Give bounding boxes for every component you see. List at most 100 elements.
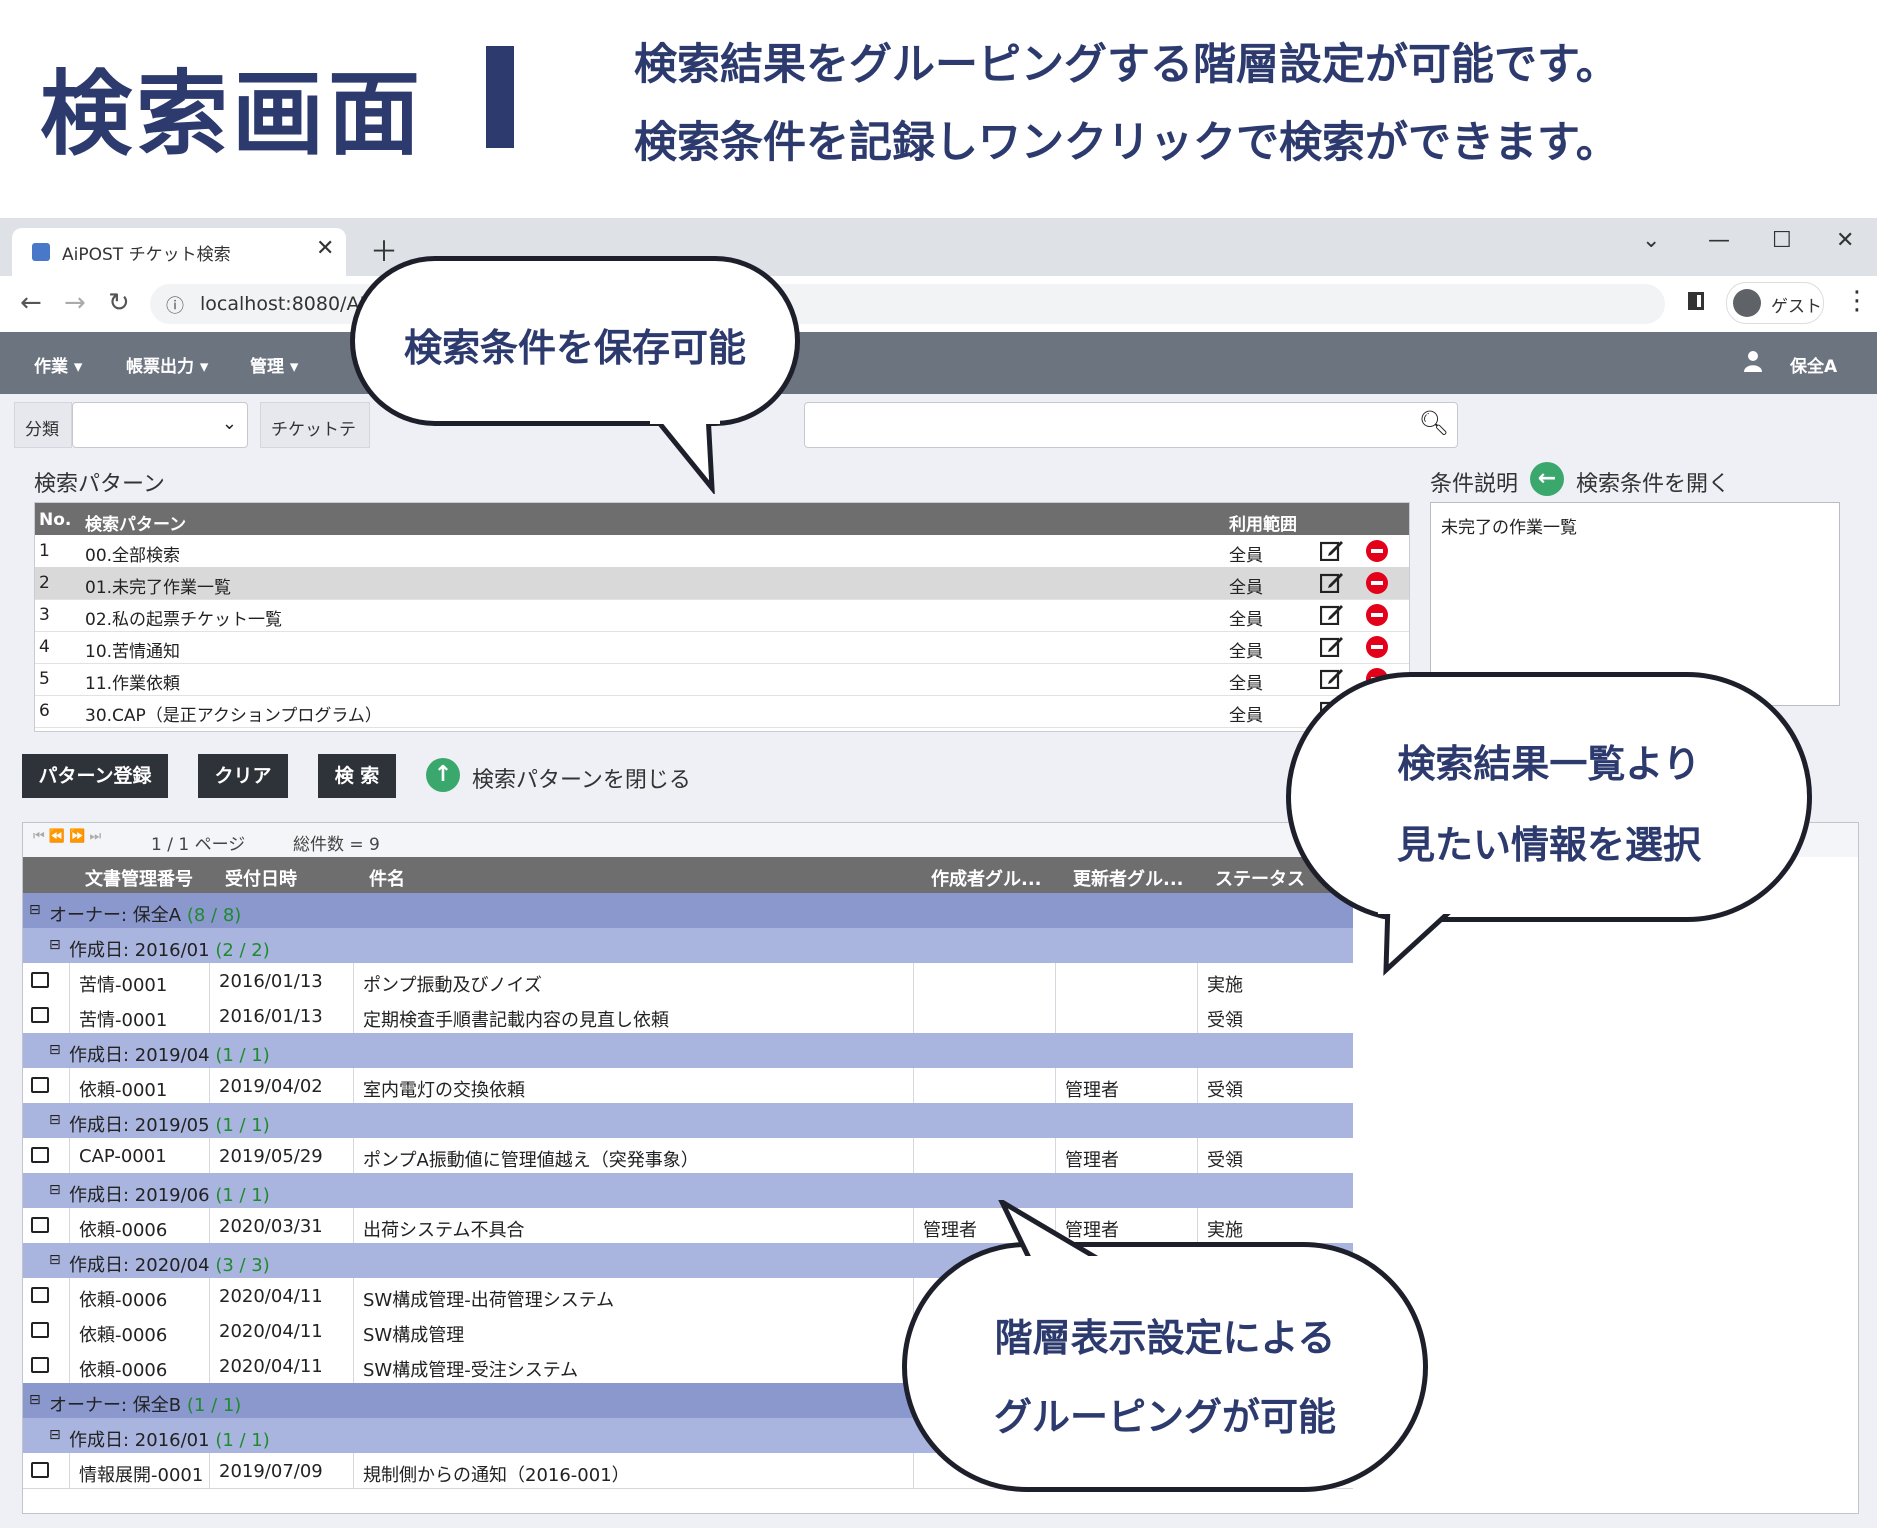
open-external-icon[interactable] bbox=[31, 1462, 49, 1478]
group-label: 作成日: 2016/01 bbox=[69, 1430, 210, 1451]
edit-icon[interactable] bbox=[1320, 635, 1344, 657]
maximize-icon[interactable]: ☐ bbox=[1772, 228, 1792, 253]
collapse-icon[interactable]: ⊟ bbox=[29, 1392, 41, 1408]
table-row[interactable]: 依頼-0001 2019/04/02 室内電灯の交換依頼 管理者 受領 bbox=[23, 1068, 1353, 1104]
pattern-scope: 全員 bbox=[1229, 674, 1263, 694]
pattern-name[interactable]: 00.全部検索 bbox=[85, 541, 180, 566]
menu-work[interactable]: 作業 ▾ bbox=[34, 352, 82, 377]
pattern-name[interactable]: 10.苦情通知 bbox=[85, 637, 180, 662]
table-row[interactable]: 依頼-0006 2020/03/31 出荷システム不具合 管理者 管理者 実施 bbox=[23, 1208, 1353, 1244]
edit-icon[interactable] bbox=[1320, 667, 1344, 689]
profile-button[interactable]: ゲスト bbox=[1726, 282, 1824, 324]
delete-icon[interactable] bbox=[1366, 604, 1388, 626]
collapse-icon[interactable]: ⊟ bbox=[29, 902, 41, 918]
group-row-date[interactable]: ⊟ 作成日: 2019/05 (1 / 1) bbox=[23, 1103, 1353, 1139]
pattern-row[interactable]: 5 11.作業依頼 全員 bbox=[35, 663, 1409, 696]
delete-icon[interactable] bbox=[1366, 572, 1388, 594]
edit-icon[interactable] bbox=[1320, 539, 1344, 561]
group-row-date[interactable]: ⊟ 作成日: 2019/06 (1 / 1) bbox=[23, 1173, 1353, 1209]
table-row[interactable]: 苦情-0001 2016/01/13 定期検査手順書記載内容の見直し依頼 受領 bbox=[23, 998, 1353, 1034]
pattern-scope: 全員 bbox=[1229, 642, 1263, 662]
pattern-row[interactable]: 1 00.全部検索 全員 bbox=[35, 535, 1409, 568]
browser-menu-icon[interactable]: ⋮ bbox=[1844, 286, 1870, 316]
menu-admin[interactable]: 管理 ▾ bbox=[250, 352, 298, 377]
browser-tab[interactable]: AiPOST チケット検索 ✕ bbox=[12, 228, 346, 276]
pattern-no: 5 bbox=[39, 669, 50, 689]
group-row-owner[interactable]: ⊟ オーナー: 保全A (8 / 8) bbox=[23, 893, 1353, 929]
arrow-left-icon[interactable]: ← bbox=[1530, 462, 1564, 496]
cell: 2019/05/29 bbox=[219, 1146, 323, 1167]
collapse-icon[interactable]: ⊟ bbox=[49, 1112, 61, 1128]
pattern-name[interactable]: 11.作業依頼 bbox=[85, 669, 180, 694]
clear-button[interactable]: クリア bbox=[198, 754, 288, 798]
cell: SW構成管理-出荷管理システム bbox=[363, 1290, 615, 1311]
cell: ポンプA振動値に管理値越え（突発事象） bbox=[363, 1150, 699, 1171]
search-button[interactable]: 検 索 bbox=[318, 754, 396, 798]
col-subject[interactable]: 件名 bbox=[369, 865, 405, 891]
ticket-label: チケットテ bbox=[260, 402, 370, 448]
pattern-row[interactable]: 4 10.苦情通知 全員 bbox=[35, 631, 1409, 664]
col-updater-group[interactable]: 更新者グル... bbox=[1073, 865, 1184, 891]
pattern-name[interactable]: 30.CAP（是正アクションプログラム） bbox=[85, 701, 382, 726]
cell: 2020/04/11 bbox=[219, 1286, 323, 1307]
edit-icon[interactable] bbox=[1320, 571, 1344, 593]
reload-icon[interactable]: ↻ bbox=[108, 288, 130, 318]
open-external-icon[interactable] bbox=[31, 1007, 49, 1023]
pattern-name[interactable]: 02.私の起票チケット一覧 bbox=[85, 605, 282, 630]
open-external-icon[interactable] bbox=[31, 1077, 49, 1093]
table-row[interactable]: 苦情-0001 2016/01/13 ポンプ振動及びノイズ 実施 bbox=[23, 963, 1353, 999]
cell: 2020/04/11 bbox=[219, 1356, 323, 1377]
open-condition-link[interactable]: 検索条件を開く bbox=[1576, 466, 1730, 498]
delete-icon[interactable] bbox=[1366, 636, 1388, 658]
collapse-icon[interactable]: ⊟ bbox=[49, 937, 61, 953]
delete-icon[interactable] bbox=[1366, 540, 1388, 562]
collapse-icon[interactable]: ⊟ bbox=[49, 1427, 61, 1443]
open-external-icon[interactable] bbox=[31, 972, 49, 988]
open-external-icon[interactable] bbox=[31, 1147, 49, 1163]
pattern-no: 6 bbox=[39, 701, 50, 721]
forward-icon[interactable]: → bbox=[64, 288, 86, 318]
pattern-name[interactable]: 01.未完了作業一覧 bbox=[85, 573, 231, 598]
cell: 依頼-0006 bbox=[79, 1325, 168, 1346]
tab-close-icon[interactable]: ✕ bbox=[316, 236, 334, 261]
table-row[interactable]: CAP-0001 2019/05/29 ポンプA振動値に管理値越え（突発事象） 管理者… bbox=[23, 1138, 1353, 1174]
col-creator-group[interactable]: 作成者グル... bbox=[931, 865, 1042, 891]
minimize-icon[interactable]: — bbox=[1708, 228, 1730, 253]
col-received[interactable]: 受付日時 bbox=[225, 865, 297, 891]
open-external-icon[interactable] bbox=[31, 1287, 49, 1303]
col-doc-no[interactable]: 文書管理番号 bbox=[85, 865, 193, 891]
open-external-icon[interactable] bbox=[31, 1217, 49, 1233]
pattern-row[interactable]: 6 30.CAP（是正アクションプログラム） 全員 bbox=[35, 695, 1409, 728]
collapse-icon[interactable]: ⊟ bbox=[49, 1182, 61, 1198]
arrow-up-icon[interactable]: ↑ bbox=[426, 758, 460, 792]
cell: 2016/01/13 bbox=[219, 1006, 323, 1027]
side-panel-icon[interactable] bbox=[1688, 292, 1704, 310]
group-row-date[interactable]: ⊟ 作成日: 2019/04 (1 / 1) bbox=[23, 1033, 1353, 1069]
tab-search-icon[interactable]: ⌄ bbox=[1642, 228, 1660, 253]
pattern-row[interactable]: 2 01.未完了作業一覧 全員 bbox=[35, 567, 1409, 600]
window-close-icon[interactable]: ✕ bbox=[1836, 228, 1854, 253]
open-external-icon[interactable] bbox=[31, 1322, 49, 1338]
group-row-date[interactable]: ⊟ 作成日: 2016/01 (2 / 2) bbox=[23, 928, 1353, 964]
group-label: 作成日: 2019/04 bbox=[69, 1045, 210, 1066]
keyword-input[interactable]: 🔍︎ bbox=[804, 402, 1458, 448]
open-external-icon[interactable] bbox=[31, 1357, 49, 1373]
register-pattern-button[interactable]: パターン登録 bbox=[22, 754, 168, 798]
back-icon[interactable]: ← bbox=[20, 288, 42, 318]
new-tab-icon[interactable]: ＋ bbox=[370, 230, 398, 270]
menu-report[interactable]: 帳票出力 ▾ bbox=[126, 352, 208, 377]
callout-group-tail bbox=[998, 1200, 1110, 1270]
close-patterns-link[interactable]: 検索パターンを閉じる bbox=[472, 762, 691, 794]
user-name[interactable]: 保全A bbox=[1790, 352, 1837, 377]
title-divider bbox=[486, 46, 514, 148]
category-select[interactable]: ⌄ bbox=[72, 402, 248, 448]
edit-icon[interactable] bbox=[1320, 603, 1344, 625]
pager-nav-icons[interactable]: ⏮ ⏪ ⏩ ⏭ bbox=[33, 829, 101, 844]
guest-label: ゲスト bbox=[1771, 297, 1822, 317]
collapse-icon[interactable]: ⊟ bbox=[49, 1252, 61, 1268]
collapse-icon[interactable]: ⊟ bbox=[49, 1042, 61, 1058]
pattern-row[interactable]: 3 02.私の起票チケット一覧 全員 bbox=[35, 599, 1409, 632]
cell: 苦情-0001 bbox=[79, 975, 168, 996]
site-info-icon[interactable]: ⓘ bbox=[166, 292, 184, 318]
search-icon[interactable]: 🔍︎ bbox=[1419, 409, 1449, 437]
